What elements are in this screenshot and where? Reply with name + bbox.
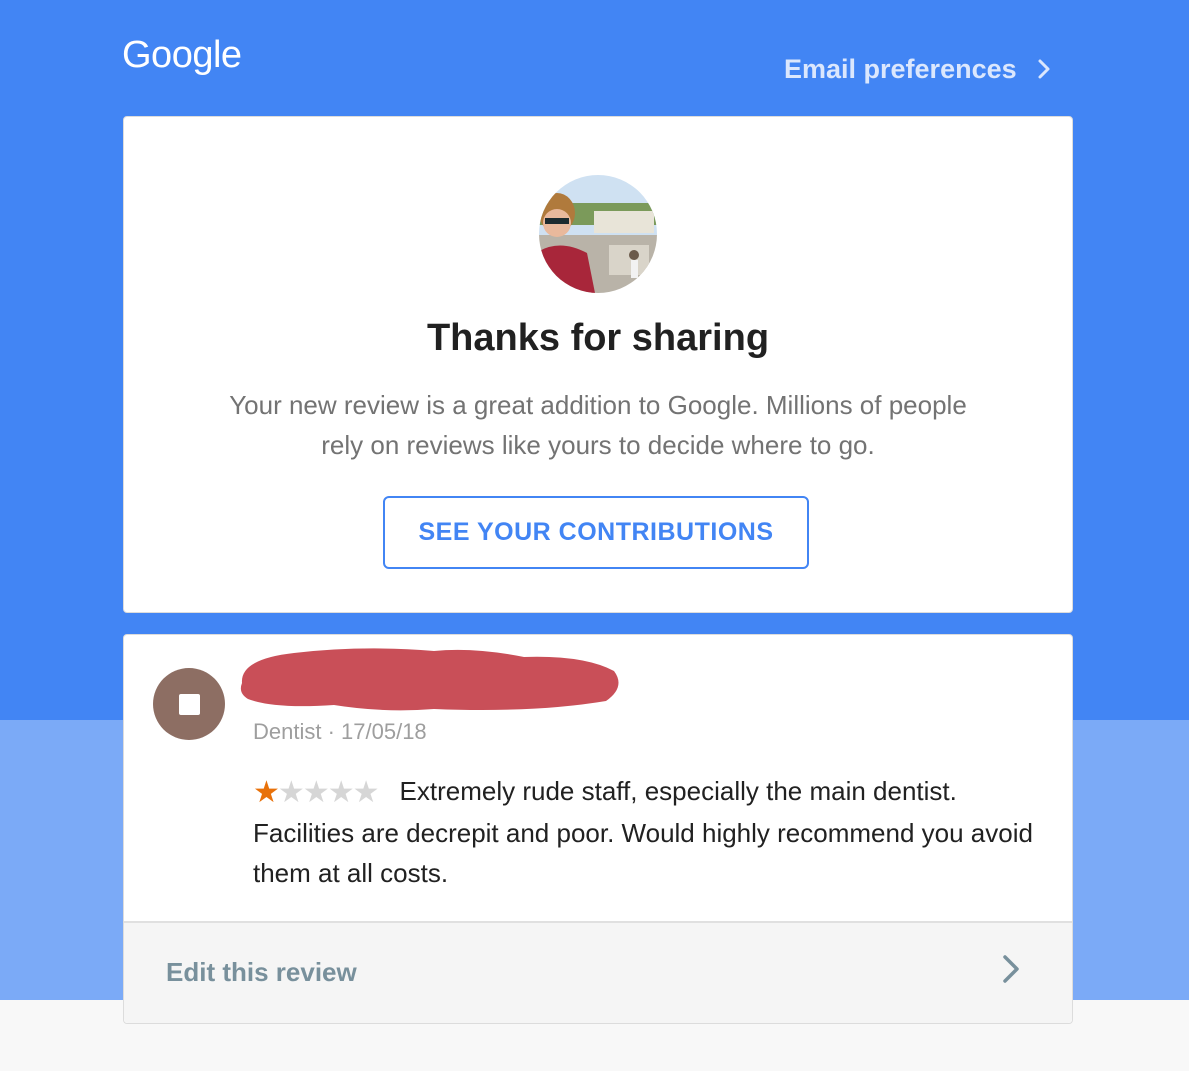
- review-body: ★★★★★ Extremely rude staff, especially t…: [253, 771, 1053, 893]
- review-meta: Dentist · 17/05/18: [253, 719, 427, 744]
- edit-review-row[interactable]: Edit this review: [124, 921, 1072, 1023]
- thanks-title: Thanks for sharing: [426, 317, 770, 359]
- profile-avatar: [539, 175, 657, 293]
- star-empty-icon: ★: [327, 776, 355, 809]
- star-empty-icon: ★: [277, 776, 305, 809]
- star-rating: ★★★★★: [253, 773, 380, 813]
- email-preferences-link[interactable]: Email preferences: [784, 52, 1051, 86]
- chevron-right-icon: [1003, 955, 1019, 983]
- email-preferences-label: Email preferences: [784, 53, 1017, 84]
- confirmation-card: Thanks for sharing Your new review is a …: [123, 116, 1073, 613]
- star-filled-icon: ★: [253, 776, 280, 809]
- thanks-description: Your new review is a great addition to G…: [229, 390, 967, 460]
- star-empty-icon: ★: [302, 776, 330, 809]
- star-empty-icon: ★: [352, 776, 380, 809]
- google-logo: Google: [122, 34, 242, 76]
- redacted-place-name: [240, 648, 619, 711]
- place-icon-glyph: [178, 693, 200, 715]
- review-card: Dentist · 17/05/18 ★★★★★ Extremely rude …: [123, 634, 1073, 1024]
- chevron-right-icon: [1038, 59, 1050, 79]
- edit-review-label: Edit this review: [166, 957, 357, 987]
- place-icon: [153, 668, 225, 740]
- see-contributions-button[interactable]: SEE YOUR CONTRIBUTIONS: [383, 496, 809, 569]
